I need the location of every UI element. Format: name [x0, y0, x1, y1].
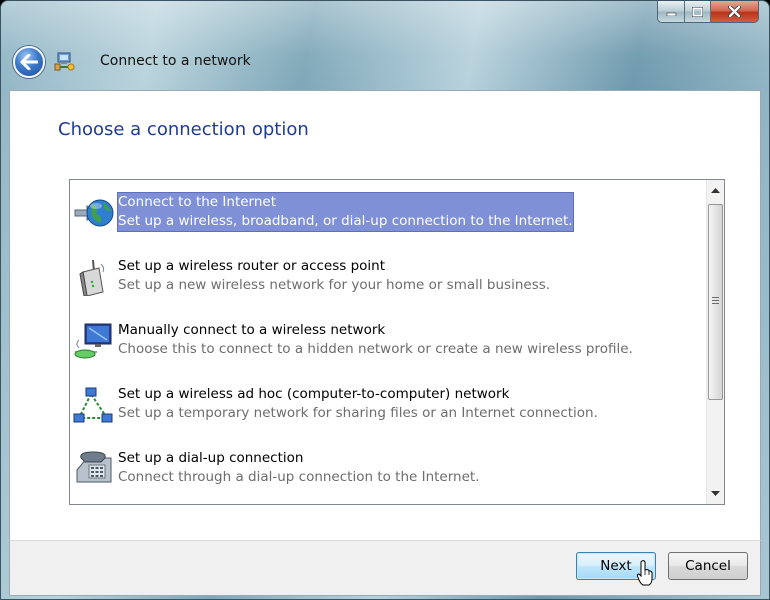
option-title: Set up a wireless ad hoc (computer-to-co… [118, 386, 510, 402]
option-manual-wireless[interactable]: Manually connect to a wireless network C… [70, 308, 702, 372]
scroll-down-button[interactable] [707, 485, 724, 502]
option-text: Manually connect to a wireless network C… [118, 321, 633, 359]
option-wireless-router[interactable]: Set up a wireless router or access point… [70, 244, 702, 308]
minimize-button[interactable] [658, 1, 685, 22]
vertical-scrollbar[interactable] [706, 180, 724, 504]
maximize-icon [692, 6, 703, 17]
option-title: Manually connect to a wireless network [118, 322, 386, 338]
option-description: Connect through a dial-up connection to … [118, 469, 480, 485]
option-text: Connect to the Internet Set up a wireles… [117, 192, 574, 232]
chevron-down-icon [711, 491, 720, 496]
option-title: Set up a wireless router or access point [118, 258, 386, 274]
dialog-window: Connect to a network Choose a connection… [0, 0, 770, 600]
network-connection-icon [54, 52, 75, 71]
option-title: Set up a dial-up connection [118, 450, 304, 466]
option-description: Set up a new wireless network for your h… [118, 277, 551, 293]
scroll-up-button[interactable] [707, 182, 724, 199]
close-button[interactable] [711, 1, 758, 22]
option-text: Set up a wireless router or access point… [118, 257, 550, 295]
wireless-router-icon [79, 259, 105, 296]
close-icon [728, 6, 741, 17]
content-area: Choose a connection option Connect to th… [9, 90, 761, 540]
grip-icon [712, 297, 719, 305]
cancel-button[interactable]: Cancel [668, 552, 748, 580]
option-ad-hoc[interactable]: Set up a wireless ad hoc (computer-to-co… [70, 372, 702, 436]
page-heading: Choose a connection option [58, 119, 309, 140]
caption-buttons [657, 1, 759, 23]
back-button[interactable] [13, 46, 45, 78]
option-text: Set up a dial-up connection Connect thro… [118, 449, 480, 487]
option-text: Set up a wireless ad hoc (computer-to-co… [118, 385, 598, 423]
option-dial-up[interactable]: Set up a dial-up connection Connect thro… [70, 436, 702, 500]
globe-icon [74, 199, 114, 227]
option-connect-internet[interactable]: Connect to the Internet Set up a wireles… [70, 180, 702, 244]
telephone-modem-icon [76, 451, 112, 483]
option-description: Set up a temporary network for sharing f… [118, 405, 598, 421]
hand-pointer-cursor-icon [637, 560, 653, 586]
back-arrow-icon [20, 54, 38, 70]
minimize-icon [666, 12, 676, 16]
option-description: Set up a wireless, broadband, or dial-up… [118, 213, 573, 229]
connection-options-list[interactable]: Connect to the Internet Set up a wireles… [69, 179, 725, 505]
option-description: Choose this to connect to a hidden netwo… [118, 341, 633, 357]
ad-hoc-network-icon [73, 387, 113, 423]
option-title: Connect to the Internet [118, 194, 277, 210]
maximize-button[interactable] [685, 1, 711, 22]
chevron-up-icon [711, 188, 720, 193]
wireless-network-computer-icon [74, 323, 112, 359]
scrollbar-thumb[interactable] [708, 204, 723, 400]
window-title: Connect to a network [100, 53, 251, 69]
